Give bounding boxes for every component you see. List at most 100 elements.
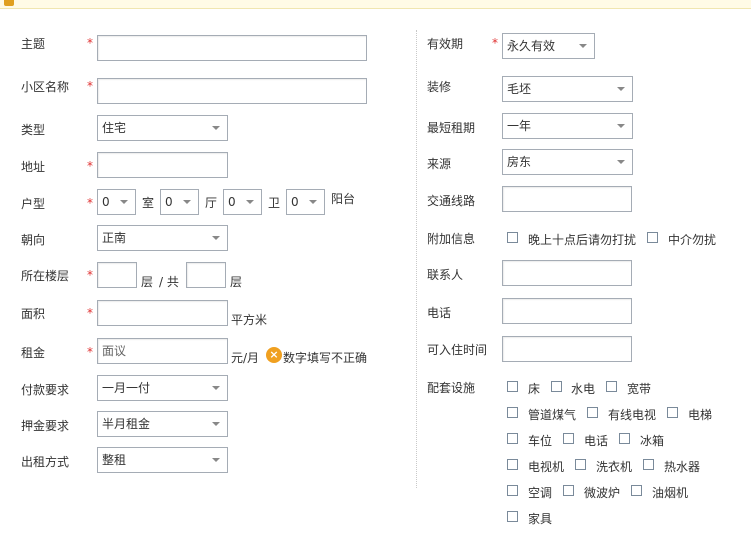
facility-label: 电话 (584, 434, 609, 448)
facility-label: 电梯 (688, 408, 713, 422)
room-count-select[interactable]: 0 (97, 189, 136, 215)
decoration-select[interactable]: 毛坯 (502, 76, 633, 102)
type-label: 类型 (21, 123, 46, 137)
floor-separator: / 共 (159, 275, 179, 289)
contact-label: 联系人 (427, 268, 464, 282)
validity-label: 有效期 (427, 37, 464, 51)
payment-label: 付款要求 (21, 383, 70, 397)
phone-label: 电话 (427, 306, 452, 320)
address-input[interactable] (97, 152, 228, 178)
facility-label: 空调 (528, 486, 553, 500)
facility-label: 电视机 (528, 460, 565, 474)
facility-bed-checkbox[interactable] (507, 381, 518, 392)
chevron-down-icon (617, 160, 625, 164)
contact-input[interactable] (502, 260, 632, 286)
room-unit: 室 (142, 196, 155, 210)
payment-select[interactable]: 一月一付 (97, 375, 228, 401)
lock-icon (4, 0, 14, 6)
deposit-label: 押金要求 (21, 419, 70, 433)
orientation-label: 朝向 (21, 233, 46, 247)
balcony-count-select[interactable]: 0 (286, 189, 325, 215)
floor-input[interactable] (97, 262, 137, 288)
facility-range-hood-checkbox[interactable] (631, 485, 642, 496)
hall-count-value: 0 (165, 195, 173, 209)
phone-input[interactable] (502, 298, 632, 324)
extra-info-label: 附加信息 (427, 232, 476, 246)
facility-cable-tv-checkbox[interactable] (587, 407, 598, 418)
facility-furniture-checkbox[interactable] (507, 511, 518, 522)
facility-microwave-checkbox[interactable] (563, 485, 574, 496)
hall-unit: 厅 (205, 196, 218, 210)
required-mark: * (87, 36, 93, 50)
facility-label: 冰箱 (640, 434, 665, 448)
balcony-count-value: 0 (291, 195, 299, 209)
hall-count-select[interactable]: 0 (160, 189, 199, 215)
required-mark: * (492, 36, 498, 50)
chevron-down-icon (212, 126, 220, 130)
deposit-select[interactable]: 半月租金 (97, 411, 228, 437)
rental-mode-label: 出租方式 (21, 455, 70, 469)
subject-input[interactable] (97, 35, 367, 61)
community-input[interactable] (97, 78, 367, 104)
type-select[interactable]: 住宅 (97, 115, 228, 141)
facility-gas-checkbox[interactable] (507, 407, 518, 418)
orientation-select[interactable]: 正南 (97, 225, 228, 251)
no-disturb-after-10pm-label: 晚上十点后请勿打扰 (528, 233, 637, 247)
facility-utilities-checkbox[interactable] (551, 381, 562, 392)
facility-washer-checkbox[interactable] (575, 459, 586, 470)
bath-count-select[interactable]: 0 (223, 189, 262, 215)
area-unit: 平方米 (231, 313, 268, 327)
facility-label: 有线电视 (608, 408, 657, 422)
facility-broadband-checkbox[interactable] (606, 381, 617, 392)
source-label: 来源 (427, 157, 452, 171)
chevron-down-icon (309, 200, 317, 204)
rent-input[interactable]: 面议 (97, 338, 228, 364)
facility-label: 微波炉 (584, 486, 621, 500)
rent-error-message: 数字填写不正确 (283, 351, 368, 365)
no-disturb-after-10pm-checkbox[interactable] (507, 232, 518, 243)
source-select[interactable]: 房东 (502, 149, 633, 175)
floor-unit: 层 (141, 275, 154, 289)
no-agents-label: 中介勿扰 (668, 233, 717, 247)
transport-input[interactable] (502, 186, 632, 212)
chevron-down-icon (212, 386, 220, 390)
no-agents-checkbox[interactable] (647, 232, 658, 243)
area-input[interactable] (97, 300, 228, 326)
facility-fridge-checkbox[interactable] (619, 433, 630, 444)
min-term-select-value: 一年 (507, 119, 532, 133)
facility-phone-checkbox[interactable] (563, 433, 574, 444)
validity-select[interactable]: 永久有效 (502, 33, 595, 59)
decoration-label: 装修 (427, 80, 452, 94)
chevron-down-icon (212, 458, 220, 462)
min-term-select[interactable]: 一年 (502, 113, 633, 139)
required-mark: * (87, 345, 93, 359)
column-divider (416, 30, 417, 488)
chevron-down-icon (120, 200, 128, 204)
chevron-down-icon (183, 200, 191, 204)
chevron-down-icon (212, 422, 220, 426)
facility-parking-checkbox[interactable] (507, 433, 518, 444)
required-mark: * (87, 268, 93, 282)
facility-water-heater-checkbox[interactable] (643, 459, 654, 470)
rent-unit: 元/月 (231, 351, 260, 365)
facility-tv-checkbox[interactable] (507, 459, 518, 470)
facility-elevator-checkbox[interactable] (667, 407, 678, 418)
rental-mode-select[interactable]: 整租 (97, 447, 228, 473)
room-count-value: 0 (102, 195, 110, 209)
movein-input[interactable] (502, 336, 632, 362)
warning-icon: × (266, 347, 282, 363)
notice-bar (0, 0, 751, 9)
address-label: 地址 (21, 160, 46, 174)
min-term-label: 最短租期 (427, 121, 476, 135)
layout-label: 户型 (21, 197, 46, 211)
facility-ac-checkbox[interactable] (507, 485, 518, 496)
validity-select-value: 永久有效 (507, 39, 556, 53)
chevron-down-icon (617, 87, 625, 91)
total-floors-input[interactable] (186, 262, 226, 288)
area-label: 面积 (21, 307, 46, 321)
required-mark: * (87, 196, 93, 210)
chevron-down-icon (617, 124, 625, 128)
payment-select-value: 一月一付 (102, 381, 151, 395)
required-mark: * (87, 79, 93, 93)
facility-label: 管道煤气 (528, 408, 577, 422)
